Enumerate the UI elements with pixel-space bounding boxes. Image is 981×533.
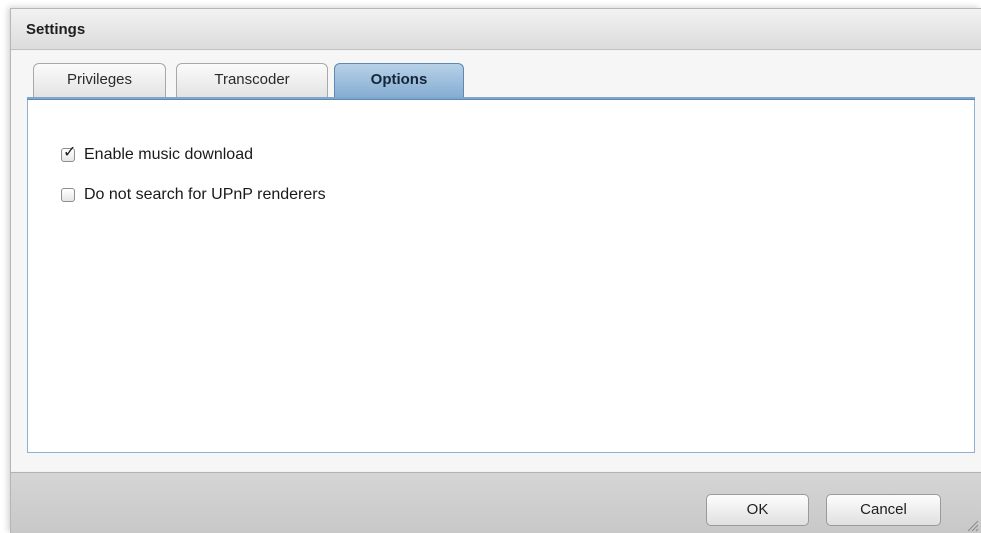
no-upnp-search-label: Do not search for UPnP renderers: [84, 186, 326, 203]
enable-music-download-checkbox[interactable]: ✓: [61, 143, 76, 162]
ok-button[interactable]: OK: [706, 494, 809, 526]
dialog-titlebar[interactable]: Settings: [11, 9, 981, 50]
options-panel: ✓ Enable music download Do not search fo…: [27, 100, 975, 453]
dialog-footer: OK Cancel: [11, 472, 981, 533]
tab-options[interactable]: Options: [334, 63, 464, 97]
resize-grip-icon[interactable]: [965, 518, 979, 532]
dialog-content: Privileges Transcoder Options ✓ Enable m…: [11, 51, 981, 471]
dialog-title: Settings: [26, 21, 86, 38]
tab-privileges[interactable]: Privileges: [33, 63, 166, 97]
no-upnp-search-option[interactable]: Do not search for UPnP renderers: [61, 185, 326, 205]
cancel-button[interactable]: Cancel: [826, 494, 941, 526]
enable-music-download-option[interactable]: ✓ Enable music download: [61, 143, 253, 165]
tab-transcoder[interactable]: Transcoder: [176, 63, 328, 97]
checkmark-icon: ✓: [63, 142, 77, 161]
no-upnp-search-checkbox[interactable]: [61, 188, 75, 202]
settings-dialog: Settings Privileges Transcoder Options ✓…: [10, 8, 981, 533]
enable-music-download-label: Enable music download: [84, 146, 253, 163]
